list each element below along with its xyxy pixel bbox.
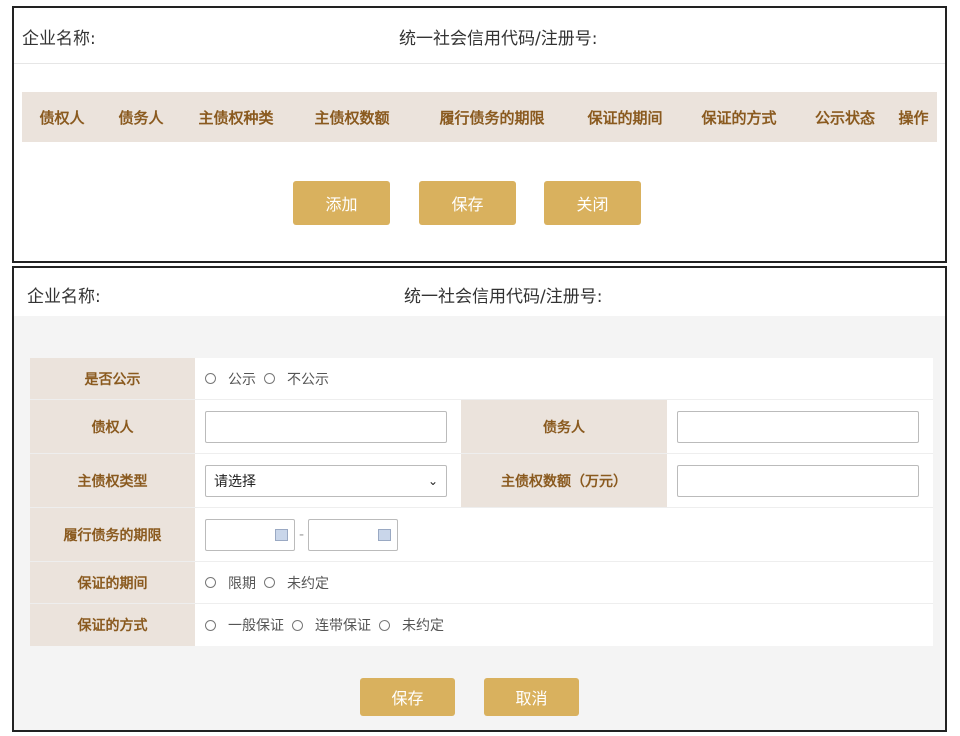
guarantee-form-panel: 企业名称: 统一社会信用代码/注册号: 是否公示 公示 不公示 债权人 债务人 … xyxy=(12,266,947,732)
credit-code-label: 统一社会信用代码/注册号: xyxy=(404,287,603,307)
chevron-down-icon: ⌄ xyxy=(427,473,438,488)
credit-code-label: 统一社会信用代码/注册号: xyxy=(399,29,598,49)
row-publicize: 是否公示 公示 不公示 xyxy=(30,358,933,400)
radio-period-limited[interactable]: 限期 xyxy=(205,573,256,593)
col-claim-type: 主债权种类 xyxy=(198,108,274,127)
col-action: 操作 xyxy=(898,108,929,127)
radio-publicize-no[interactable]: 不公示 xyxy=(264,369,329,389)
radio-method-unspecified[interactable]: 未约定 xyxy=(379,615,444,635)
claim-type-select[interactable]: 请选择 ⌄ xyxy=(205,464,447,497)
col-debtor: 债务人 xyxy=(118,108,164,127)
calendar-icon[interactable] xyxy=(275,528,288,541)
col-guarantee-period: 保证的期间 xyxy=(587,108,663,127)
publicize-options: 公示 不公示 xyxy=(195,358,933,399)
guarantee-period-label: 保证的期间 xyxy=(30,562,195,603)
guarantee-list-panel: 企业名称: 统一社会信用代码/注册号: 债权人 债务人 主债权种类 主债权数额 … xyxy=(12,6,947,263)
close-button[interactable]: 关闭 xyxy=(544,181,641,225)
claim-amount-input[interactable] xyxy=(677,464,919,497)
calendar-icon[interactable] xyxy=(378,528,392,541)
col-claim-amount: 主债权数额 xyxy=(314,108,390,127)
radio-circle-icon xyxy=(205,619,216,631)
radio-circle-icon xyxy=(264,373,275,384)
term-end-date[interactable] xyxy=(308,518,399,551)
cancel-button[interactable]: 取消 xyxy=(484,678,579,716)
creditor-input[interactable] xyxy=(205,410,447,443)
row-claim: 主债权类型 请选择 ⌄ 主债权数额（万元） xyxy=(30,454,933,508)
col-term: 履行债务的期限 xyxy=(439,108,545,127)
radio-circle-icon xyxy=(292,619,303,631)
radio-period-unspecified[interactable]: 未约定 xyxy=(264,573,329,593)
guarantee-form: 是否公示 公示 不公示 债权人 债务人 主债权类型 请选择 ⌄ 主债权数额（万元… xyxy=(30,358,933,646)
save-button[interactable]: 保存 xyxy=(419,181,516,225)
company-name-label: 企业名称: xyxy=(22,29,96,49)
debtor-input[interactable] xyxy=(677,410,919,443)
row-term: 履行债务的期限 - xyxy=(30,508,933,562)
col-creditor: 债权人 xyxy=(39,108,85,127)
publicize-label: 是否公示 xyxy=(30,358,195,399)
radio-circle-icon xyxy=(379,619,390,631)
add-button[interactable]: 添加 xyxy=(293,181,390,225)
company-name-label: 企业名称: xyxy=(27,287,101,307)
claim-type-label: 主债权类型 xyxy=(30,454,195,507)
table-header: 债权人 债务人 主债权种类 主债权数额 履行债务的期限 保证的期间 保证的方式 … xyxy=(22,92,937,142)
term-label: 履行债务的期限 xyxy=(30,508,195,561)
debtor-label: 债务人 xyxy=(461,400,667,453)
row-guarantee-period: 保证的期间 限期 未约定 xyxy=(30,562,933,604)
date-separator: - xyxy=(299,526,305,543)
term-start-date[interactable] xyxy=(205,518,295,551)
row-parties: 债权人 债务人 xyxy=(30,400,933,454)
radio-circle-icon xyxy=(205,577,216,588)
creditor-label: 债权人 xyxy=(30,400,195,453)
radio-publicize-yes[interactable]: 公示 xyxy=(205,369,256,389)
radio-method-general[interactable]: 一般保证 xyxy=(205,615,284,635)
col-guarantee-method: 保证的方式 xyxy=(701,108,777,127)
guarantee-method-label: 保证的方式 xyxy=(30,604,195,646)
company-header: 企业名称: 统一社会信用代码/注册号: xyxy=(14,268,945,316)
radio-circle-icon xyxy=(264,577,275,588)
radio-method-joint[interactable]: 连带保证 xyxy=(292,615,371,635)
company-header: 企业名称: 统一社会信用代码/注册号: xyxy=(14,8,945,64)
claim-amount-label: 主债权数额（万元） xyxy=(461,454,667,507)
col-status: 公示状态 xyxy=(814,108,875,127)
save-button[interactable]: 保存 xyxy=(360,678,455,716)
row-guarantee-method: 保证的方式 一般保证 连带保证 未约定 xyxy=(30,604,933,646)
radio-circle-icon xyxy=(205,373,216,384)
